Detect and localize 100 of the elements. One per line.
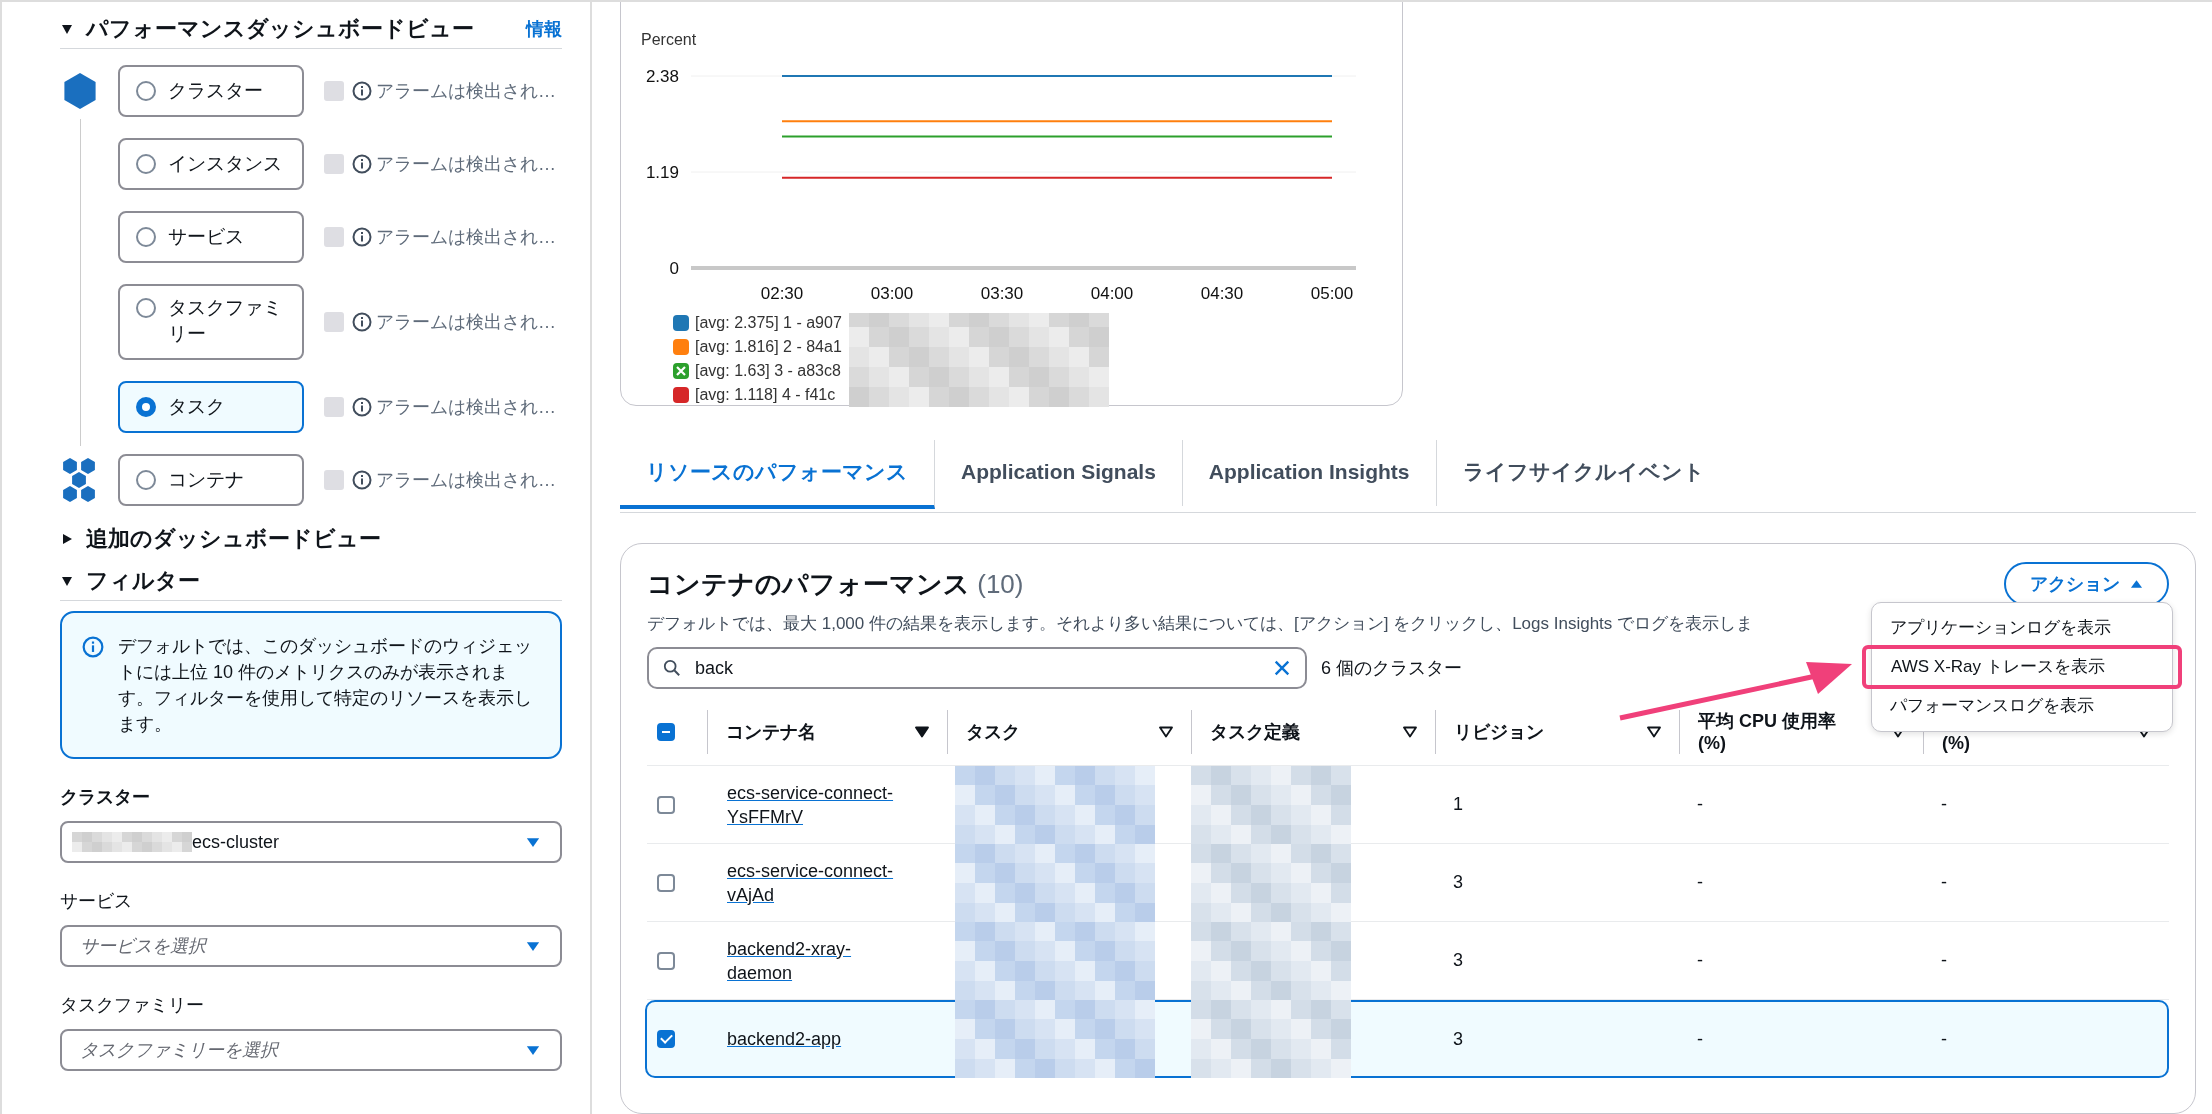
hexagon-icon (62, 71, 98, 111)
cpu-cell: - (1697, 794, 1703, 815)
memory-cell: - (1941, 872, 1947, 893)
sort-icon[interactable] (1159, 726, 1173, 738)
info-icon (352, 470, 372, 490)
tab[interactable]: Application Signals (935, 440, 1183, 506)
row-checkbox[interactable] (657, 951, 675, 970)
search-field[interactable]: back (647, 647, 1307, 689)
column-header[interactable]: 平均 CPU 使用率 (%) (1698, 710, 1838, 754)
axis-label: Percent (641, 31, 697, 48)
menu-item[interactable]: パフォーマンスログを表示 (1872, 687, 2172, 725)
section-title: 追加のダッシュボードビュー (86, 525, 382, 553)
caret-icon (526, 836, 540, 848)
tick-label: 02:30 (760, 284, 804, 303)
row-checkbox[interactable] (657, 873, 675, 892)
view-option[interactable]: クラスター (118, 65, 304, 117)
section-title: パフォーマンスダッシュボードビュー (86, 15, 475, 43)
result-count: 6 個のクラスター (1321, 657, 1462, 680)
select-field[interactable]: ecs-cluster (60, 821, 562, 863)
legend-marker-icon[interactable] (673, 339, 689, 355)
container-link[interactable]: ecs-service-connect-YsFFMrV (727, 780, 907, 829)
view-option[interactable]: サービス (118, 211, 304, 263)
tab[interactable]: リソースのパフォーマンス (620, 440, 935, 509)
tick-label: 04:30 (1200, 284, 1244, 303)
panel-title: コンテナのパフォーマンス (10) (647, 567, 1024, 601)
table-row[interactable]: backend2-app 3 - - (645, 1000, 2169, 1078)
memory-cell: - (1941, 794, 1947, 815)
expand-toggle-icon[interactable] (60, 574, 74, 588)
container-link[interactable]: backend2-xray-daemon (727, 936, 907, 985)
tick-label: 2.38 (645, 67, 679, 86)
view-option[interactable]: コンテナ (118, 454, 304, 506)
alarm-status: アラームは検出され… (376, 396, 556, 419)
table-row[interactable]: ecs-service-connect-vAjAd 3 - - (647, 844, 2169, 922)
row-checkbox[interactable] (657, 1030, 675, 1048)
field-label: クラスター (60, 786, 151, 809)
column-header[interactable]: コンテナ名 (726, 721, 816, 743)
container-link[interactable]: ecs-service-connect-vAjAd (727, 858, 907, 907)
legend-marker-icon[interactable] (673, 387, 689, 403)
expand-toggle-icon[interactable] (60, 22, 74, 36)
field-label: タスクファミリー (60, 994, 205, 1017)
alarm-status: アラームは検出され… (376, 226, 556, 249)
info-icon (82, 636, 104, 658)
column-header[interactable]: タスク (966, 721, 1020, 743)
caret-icon (2130, 579, 2143, 589)
search-icon (663, 659, 681, 677)
revision-cell: 3 (1453, 950, 1463, 971)
sort-icon[interactable] (915, 726, 929, 738)
info-icon (352, 81, 372, 101)
info-link[interactable]: 情報 (526, 17, 562, 41)
hexagon-cluster-icon (62, 458, 96, 502)
caret-icon (526, 1044, 540, 1056)
legend-marker-icon[interactable] (673, 363, 689, 379)
legend-marker-icon[interactable] (673, 315, 689, 331)
revision-cell: 3 (1453, 872, 1463, 893)
table-row[interactable]: ecs-service-connect-YsFFMrV 1 - - (647, 766, 2169, 844)
column-header[interactable]: リビジョン (1454, 721, 1544, 743)
clear-icon[interactable] (1273, 659, 1291, 677)
tick-label: 05:00 (1310, 284, 1354, 303)
alarm-status: アラームは検出され… (376, 311, 556, 334)
tick-label: 04:00 (1090, 284, 1134, 303)
tab[interactable]: Application Insights (1182, 440, 1437, 506)
tab[interactable]: ライフサイクルイベント (1436, 440, 1731, 506)
menu-item[interactable]: アプリケーションログを表示 (1872, 609, 2172, 647)
column-header[interactable]: タスク定義 (1210, 721, 1300, 743)
table-row[interactable]: backend2-xray-daemon 3 - - (647, 922, 2169, 1000)
expand-toggle-icon[interactable] (60, 532, 74, 546)
view-option[interactable]: タスク (118, 381, 304, 433)
menu-item[interactable]: AWS X-Ray トレースを表示 (1864, 647, 2180, 687)
alarm-status: アラームは検出され… (376, 80, 556, 103)
legend-label: [avg: 1.816] 2 - 84a1 (695, 338, 842, 356)
legend-label: [avg: 1.118] 4 - f41c (695, 386, 836, 404)
info-icon (352, 227, 372, 247)
revision-cell: 1 (1453, 794, 1463, 815)
row-checkbox[interactable] (657, 795, 675, 814)
tick-label: 1.19 (645, 163, 679, 182)
info-message: デフォルトでは、このダッシュボードのウィジェットには上位 10 件のメトリクスのみが表示されます。フィルターを使用して特定のリソースを表示します。 (118, 635, 533, 736)
select-field[interactable]: サービスを選択 (60, 925, 562, 967)
tick-label: 0 (669, 259, 679, 278)
sort-icon[interactable] (1403, 726, 1417, 738)
view-option[interactable]: タスクファミリー (118, 284, 304, 360)
memory-cell: - (1941, 1028, 1947, 1050)
select-all-checkbox[interactable] (657, 723, 675, 741)
cpu-cell: - (1697, 872, 1703, 893)
section-title: フィルター (86, 567, 201, 595)
info-icon (352, 312, 372, 332)
field-label: サービス (60, 890, 133, 913)
cpu-cell: - (1697, 950, 1703, 971)
tick-label: 03:00 (870, 284, 914, 303)
revision-cell: 3 (1453, 1028, 1463, 1050)
legend-label: [avg: 1.63] 3 - a83c8 (695, 362, 841, 380)
view-option[interactable]: インスタンス (118, 138, 304, 190)
cpu-cell: - (1697, 1028, 1703, 1050)
container-link[interactable]: backend2-app (727, 1027, 842, 1051)
info-icon (352, 397, 372, 417)
select-field[interactable]: タスクファミリーを選択 (60, 1029, 562, 1071)
alarm-status: アラームは検出され… (376, 469, 556, 492)
panel-description: デフォルトでは、最大 1,000 件の結果を表示します。それより多い結果については、[アクション] をクリックし、Logs Insights でログを表示しま (647, 613, 1754, 635)
sort-icon[interactable] (1647, 726, 1661, 738)
alarm-status: アラームは検出され… (376, 153, 556, 176)
legend-label: [avg: 2.375] 1 - a907 (695, 314, 842, 332)
